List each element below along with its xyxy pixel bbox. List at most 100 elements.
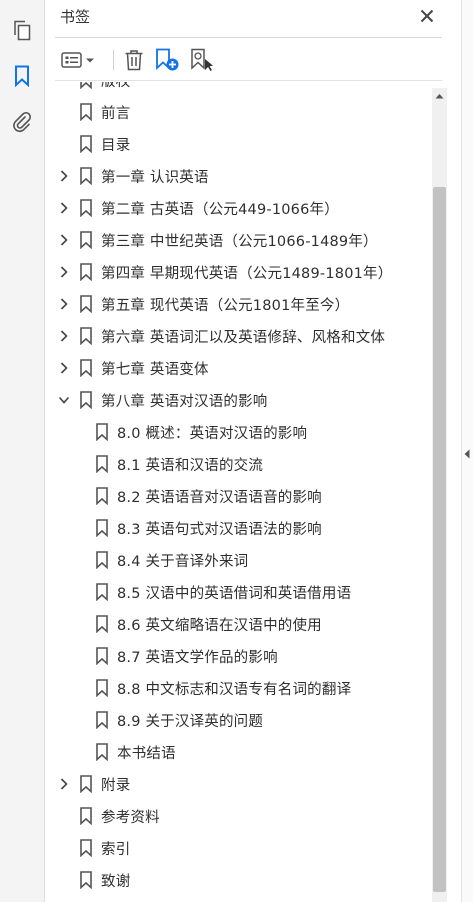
bookmark-label: 参考资料 xyxy=(101,810,160,826)
close-icon xyxy=(420,9,434,23)
bookmark-row[interactable]: 第八章 英语对汉语的影响 xyxy=(45,384,435,416)
divider xyxy=(55,37,442,38)
bookmark-row[interactable]: 第七章 英语变体 xyxy=(45,352,435,384)
bookmark-row[interactable]: 8.1 英语和汉语的交流 xyxy=(45,448,435,480)
bookmark-row[interactable]: 8.2 英语语音对汉语语音的影响 xyxy=(45,480,435,512)
bookmark-icon xyxy=(95,615,109,634)
bookmark-icon xyxy=(79,263,93,282)
bookmark-icon xyxy=(79,391,93,410)
bookmark-row[interactable]: 附录 xyxy=(45,768,435,800)
bookmark-row[interactable]: 8.5 汉语中的英语借词和英语借用语 xyxy=(45,576,435,608)
bookmark-icon xyxy=(95,647,109,666)
bookmark-label: 第二章 古英语（公元449-1066年） xyxy=(101,202,339,218)
bookmark-row[interactable]: 参考资料 xyxy=(45,800,435,832)
bookmark-row[interactable]: 索引 xyxy=(45,832,435,864)
toolbar-separator xyxy=(113,50,114,70)
bookmark-label: 第五章 现代英语（公元1801年至今） xyxy=(101,298,350,314)
bookmark-label: 第四章 早期现代英语（公元1489-1801年） xyxy=(101,266,393,282)
bookmark-label: 8.4 关于音译外来词 xyxy=(117,554,249,570)
new-bookmark-icon xyxy=(156,48,179,71)
bookmark-from-selection-icon xyxy=(191,48,213,71)
bookmark-label: 致谢 xyxy=(101,874,131,890)
bookmark-label: 8.7 英语文学作品的影响 xyxy=(117,650,278,666)
bookmark-row[interactable]: 8.7 英语文学作品的影响 xyxy=(45,640,435,672)
bookmark-row[interactable]: 前言 xyxy=(45,96,435,128)
bookmark-icon xyxy=(79,807,93,826)
bookmark-label: 8.1 英语和汉语的交流 xyxy=(117,458,264,474)
bookmark-tree: 版权前言目录第一章 认识英语第二章 古英语（公元449-1066年） 第三章 中世… xyxy=(45,82,461,902)
bookmark-label: 8.5 汉语中的英语借词和英语借用语 xyxy=(117,586,352,602)
bookmark-row[interactable]: 致谢 xyxy=(45,864,435,896)
chevron-right-icon[interactable] xyxy=(57,265,71,279)
bookmark-row[interactable]: 第一章 认识英语 xyxy=(45,160,435,192)
bookmark-row[interactable]: 8.6 英文缩略语在汉语中的使用 xyxy=(45,608,435,640)
bookmark-icon xyxy=(95,423,109,442)
bookmarks-panel: 书签 版权 前言 目录 第一章 认识英语 第二章 古英语（公元449-1066年… xyxy=(45,0,461,902)
bookmark-label: 附录 xyxy=(101,778,131,794)
bookmark-label: 第三章 中世纪英语（公元1066-1489年） xyxy=(101,234,378,250)
bookmark-label: 本书结语 xyxy=(117,746,176,762)
bookmark-label: 目录 xyxy=(101,138,131,154)
bookmark-icon xyxy=(79,327,93,346)
pages-icon[interactable] xyxy=(10,18,34,42)
new-bookmark-button[interactable] xyxy=(154,46,182,74)
bookmark-row[interactable]: 8.0 概述：英语对汉语的影响 xyxy=(45,416,435,448)
bookmark-label: 第一章 认识英语 xyxy=(101,170,209,186)
chevron-down-icon[interactable] xyxy=(57,393,71,407)
bookmark-from-selection-button[interactable] xyxy=(189,46,217,74)
chevron-right-icon[interactable] xyxy=(57,233,71,247)
bookmark-icon xyxy=(79,135,93,154)
bookmark-row[interactable]: 目录 xyxy=(45,128,435,160)
bookmark-row[interactable]: 第五章 现代英语（公元1801年至今） xyxy=(45,288,435,320)
bookmarks-icon[interactable] xyxy=(10,64,34,88)
delete-bookmark-button[interactable] xyxy=(121,46,147,74)
bookmark-label: 前言 xyxy=(101,106,131,122)
bookmark-icon xyxy=(95,519,109,538)
close-panel-button[interactable] xyxy=(417,6,437,26)
bookmark-icon xyxy=(79,839,93,858)
chevron-right-icon[interactable] xyxy=(57,201,71,215)
panel-title: 书签 xyxy=(60,8,91,26)
bookmark-row[interactable]: 8.8 中文标志和汉语专有名词的翻译 xyxy=(45,672,435,704)
chevron-right-icon[interactable] xyxy=(57,297,71,311)
chevron-right-icon[interactable] xyxy=(57,361,71,375)
bookmark-label: 第六章 英语词汇以及英语修辞、风格和文体 xyxy=(101,330,386,346)
bookmark-row[interactable]: 8.4 关于音译外来词 xyxy=(45,544,435,576)
bookmark-icon xyxy=(95,743,109,762)
bookmark-row[interactable]: 第三章 中世纪英语（公元1066-1489年） xyxy=(45,224,435,256)
scrollbar-thumb[interactable] xyxy=(433,187,446,892)
scroll-up-button[interactable] xyxy=(432,88,447,103)
bookmark-label: 8.0 概述：英语对汉语的影响 xyxy=(117,426,308,442)
bookmark-label: 8.6 英文缩略语在汉语中的使用 xyxy=(117,618,322,634)
bookmark-icon xyxy=(95,711,109,730)
attachments-icon[interactable] xyxy=(10,110,34,134)
bookmark-icon xyxy=(79,82,93,90)
divider xyxy=(55,80,442,81)
chevron-right-icon[interactable] xyxy=(57,169,71,183)
scroll-up-icon xyxy=(435,93,444,98)
bookmark-icon xyxy=(79,775,93,794)
bookmark-row[interactable]: 第六章 英语词汇以及英语修辞、风格和文体 xyxy=(45,320,435,352)
chevron-right-icon[interactable] xyxy=(57,329,71,343)
delete-bookmark-icon xyxy=(125,50,143,71)
bookmark-row[interactable]: 第四章 早期现代英语（公元1489-1801年） xyxy=(45,256,435,288)
chevron-right-icon[interactable] xyxy=(57,777,71,791)
bookmark-icon xyxy=(79,871,93,890)
collapse-panel-button[interactable] xyxy=(461,440,473,468)
bookmark-row[interactable]: 8.3 英语句式对汉语语法的影响 xyxy=(45,512,435,544)
bookmark-row[interactable]: 第二章 古英语（公元449-1066年） xyxy=(45,192,435,224)
options-menu-button[interactable] xyxy=(59,46,99,74)
bookmark-label: 索引 xyxy=(101,842,131,858)
bookmark-icon xyxy=(95,551,109,570)
bookmark-icon xyxy=(79,295,93,314)
navigation-rail xyxy=(0,0,45,902)
bookmark-row[interactable]: 8.9 关于汉译英的问题 xyxy=(45,704,435,736)
bookmark-icon xyxy=(79,231,93,250)
options-menu-icon xyxy=(61,52,94,68)
bookmark-row[interactable]: 本书结语 xyxy=(45,736,435,768)
bookmark-label: 8.8 中文标志和汉语专有名词的翻译 xyxy=(117,682,352,698)
bookmark-row[interactable]: 版权 xyxy=(45,82,435,96)
bookmarks-toolbar xyxy=(55,44,442,76)
bookmark-icon xyxy=(95,583,109,602)
bookmark-icon xyxy=(79,199,93,218)
